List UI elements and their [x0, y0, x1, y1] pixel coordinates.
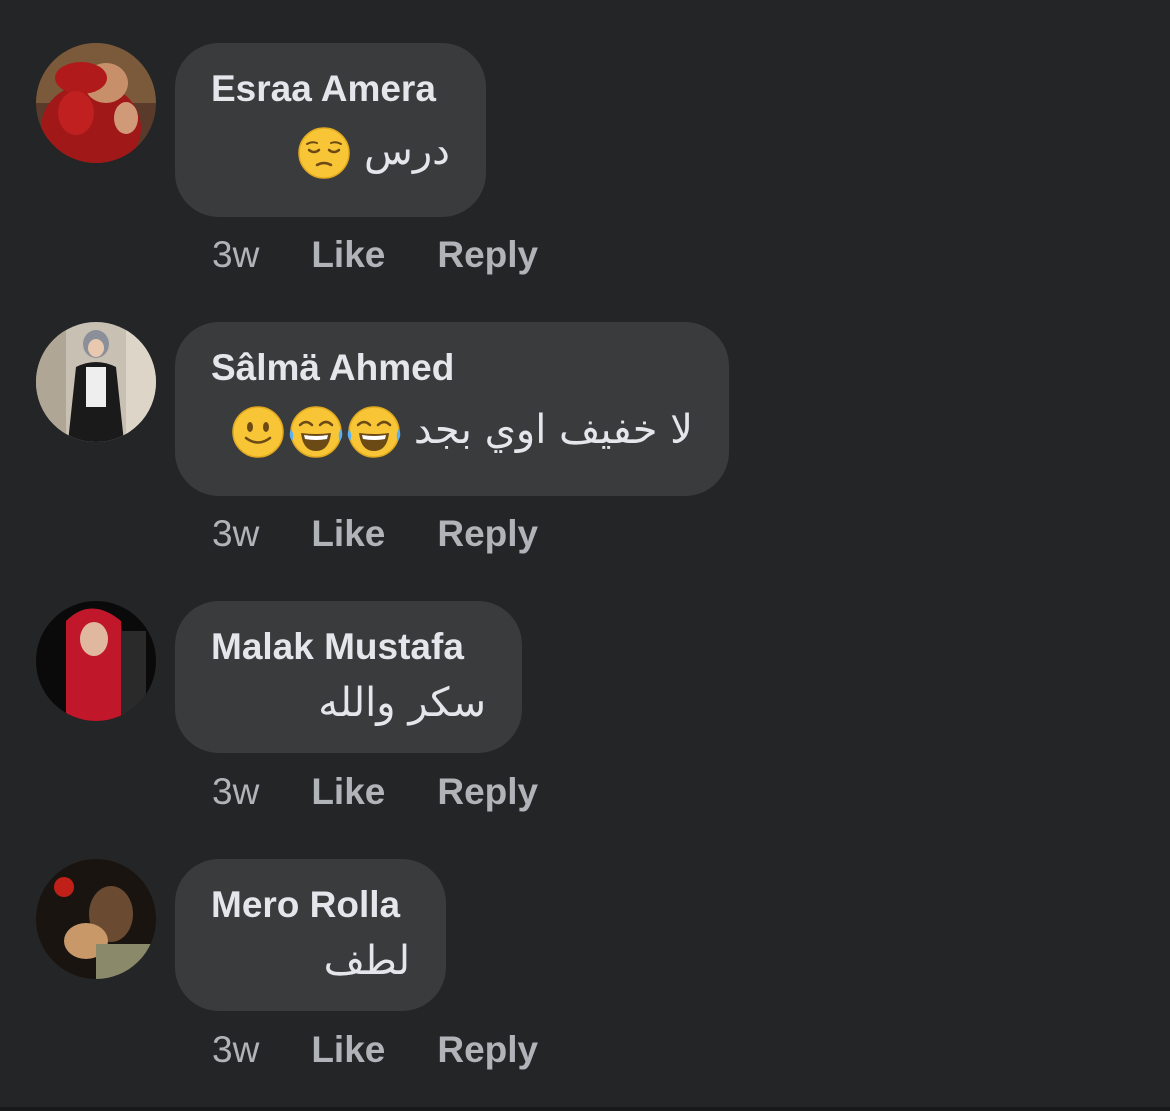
reply-button[interactable]: Reply: [437, 1028, 538, 1072]
comment-timestamp[interactable]: 3w: [212, 770, 259, 814]
comment-text-content: لا خفيف اوي بجد: [413, 407, 693, 453]
comment-text: سكر والله: [211, 677, 486, 729]
comment-timestamp[interactable]: 3w: [212, 512, 259, 556]
comment-bubble: Malak Mustafa سكر والله: [175, 601, 522, 753]
comment-bubble: Esraa Amera درس: [175, 43, 486, 217]
comment-text-content: درس: [364, 128, 450, 174]
comment-text: لا خفيف اوي بجد: [211, 404, 693, 459]
comment-timestamp[interactable]: 3w: [212, 233, 259, 277]
comment-timestamp[interactable]: 3w: [212, 1028, 259, 1072]
comment-author[interactable]: Malak Mustafa: [211, 625, 486, 669]
comment-bubble: Mero Rolla لطف: [175, 859, 446, 1011]
comment-author[interactable]: Esraa Amera: [211, 67, 450, 111]
comment-text: لطف: [211, 935, 410, 987]
comment-actions: 3w Like Reply: [212, 512, 590, 556]
avatar[interactable]: [36, 601, 156, 721]
avatar[interactable]: [36, 322, 156, 442]
comment-author[interactable]: Mero Rolla: [211, 883, 410, 927]
reply-button[interactable]: Reply: [437, 233, 538, 277]
comment-actions: 3w Like Reply: [212, 1028, 590, 1072]
avatar[interactable]: [36, 43, 156, 163]
slightly-smiling-face-icon: [232, 406, 284, 458]
like-button[interactable]: Like: [311, 512, 385, 556]
comment-text-content: لطف: [323, 938, 410, 984]
face-with-tears-of-joy-icon: [347, 406, 401, 458]
like-button[interactable]: Like: [311, 1028, 385, 1072]
avatar[interactable]: [36, 859, 156, 979]
comment-actions: 3w Like Reply: [212, 233, 590, 277]
comment-actions: 3w Like Reply: [212, 770, 590, 814]
comment-bubble: Sâlmä Ahmed لا خفيف اوي بجد: [175, 322, 729, 496]
emoji-group: [297, 126, 351, 180]
reply-button[interactable]: Reply: [437, 512, 538, 556]
emoji-group: [231, 405, 401, 459]
comment-author[interactable]: Sâlmä Ahmed: [211, 346, 693, 390]
pensive-face-icon: [298, 127, 351, 179]
bottom-divider: [0, 1107, 1170, 1111]
comment-text: درس: [211, 125, 450, 180]
reply-button[interactable]: Reply: [437, 770, 538, 814]
comment-text-content: سكر والله: [318, 680, 486, 726]
like-button[interactable]: Like: [311, 770, 385, 814]
like-button[interactable]: Like: [311, 233, 385, 277]
face-with-tears-of-joy-icon: [289, 406, 343, 458]
